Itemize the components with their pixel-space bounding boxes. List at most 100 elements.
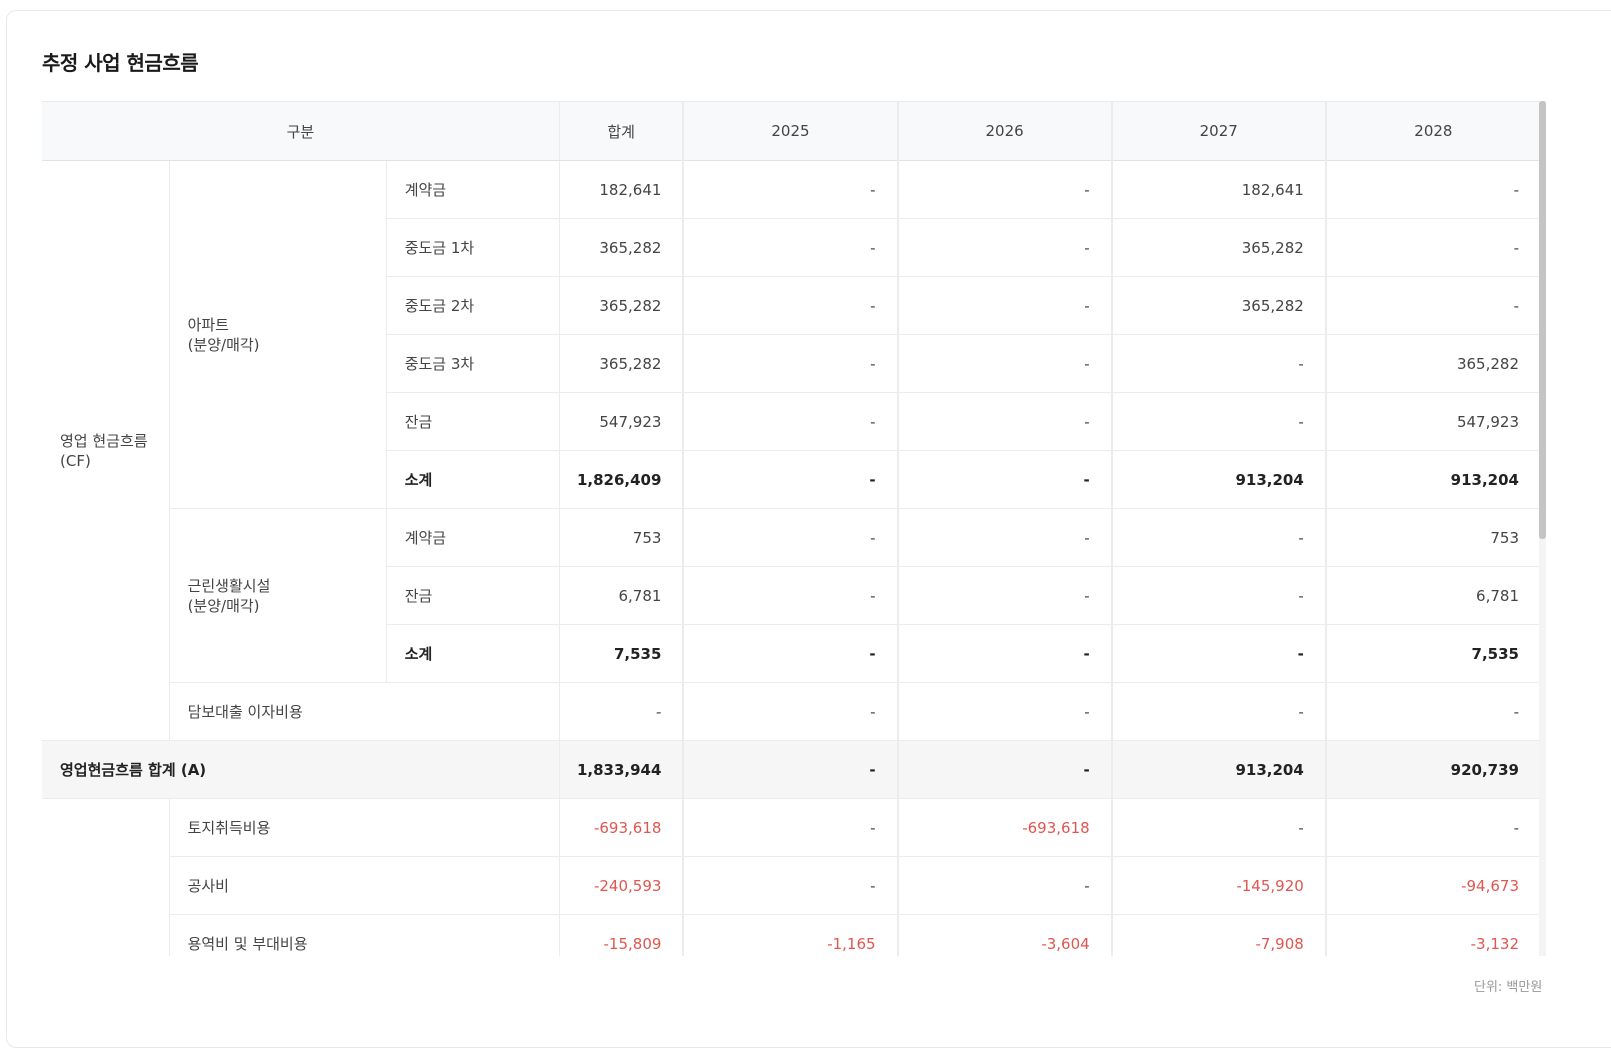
- table-row: 담보대출 이자비용 - - - - -: [42, 682, 1540, 741]
- cell-2026: -: [896, 566, 1112, 625]
- header-category: 구분: [42, 101, 560, 161]
- cell-2027: 913,204: [1110, 740, 1326, 799]
- table-row-total: 영업현금흐름 합계 (A) 1,833,944 - - 913,204 920,…: [42, 740, 1540, 799]
- table-scrollbar[interactable]: [1539, 101, 1546, 956]
- cell-2027: -: [1110, 566, 1326, 625]
- group-apartment: 아파트 (분양/매각): [168, 160, 387, 509]
- cell-2026: -: [896, 682, 1112, 741]
- cell-sum: 6,781: [558, 566, 684, 625]
- row-label: 중도금 2차: [385, 276, 560, 335]
- row-label: 계약금: [385, 508, 560, 567]
- cell-sum: 1,826,409: [558, 450, 684, 509]
- table-row: 용역비 및 부대비용 -15,809 -1,165 -3,604 -7,908 …: [42, 914, 1540, 956]
- cell-sum: 1,833,944: [558, 740, 684, 799]
- cell-2026: -: [896, 740, 1112, 799]
- cell-sum: 547,923: [558, 392, 684, 451]
- cell-2027: -145,920: [1110, 856, 1326, 915]
- cell-2025: -: [682, 276, 898, 335]
- cell-2026: -: [896, 160, 1112, 219]
- group-investing-cf: [42, 798, 170, 956]
- cashflow-card: 추정 사업 현금흐름 구분 합계 2025 2026 2027 2028 영업 …: [6, 10, 1611, 1048]
- cell-2028: -3,132: [1324, 914, 1540, 956]
- cell-sum: 182,641: [558, 160, 684, 219]
- row-label: 소계: [385, 624, 560, 683]
- cell-2027: -: [1110, 624, 1326, 683]
- header-sum: 합계: [558, 101, 684, 161]
- cell-2025: -: [682, 160, 898, 219]
- cell-2025: -: [682, 450, 898, 509]
- table-row: 영업 현금흐름 (CF) 아파트 (분양/매각) 계약금 182,641 - -…: [42, 160, 1540, 741]
- cell-2026: -: [896, 218, 1112, 277]
- cell-2026: -: [896, 392, 1112, 451]
- cell-2028: 547,923: [1324, 392, 1540, 451]
- header-year-2026: 2026: [896, 101, 1112, 161]
- cell-2027: -: [1110, 392, 1326, 451]
- row-label: 공사비: [168, 856, 560, 915]
- row-label: 용역비 및 부대비용: [168, 914, 560, 956]
- cell-2025: -: [682, 218, 898, 277]
- row-label: 소계: [385, 450, 560, 509]
- cell-sum: -240,593: [558, 856, 684, 915]
- cell-2025: -: [682, 740, 898, 799]
- cell-2025: -: [682, 798, 898, 857]
- cell-2028: -: [1324, 160, 1540, 219]
- cell-2028: 6,781: [1324, 566, 1540, 625]
- cell-2028: -: [1324, 682, 1540, 741]
- cell-2025: -: [682, 508, 898, 567]
- row-label: 중도금 3차: [385, 334, 560, 393]
- cell-2028: 913,204: [1324, 450, 1540, 509]
- cell-2027: -: [1110, 508, 1326, 567]
- row-label: 중도금 1차: [385, 218, 560, 277]
- cashflow-table-scroll-area[interactable]: 구분 합계 2025 2026 2027 2028 영업 현금흐름 (CF) 아…: [42, 101, 1542, 956]
- cell-2025: -: [682, 856, 898, 915]
- cell-2026: -: [896, 856, 1112, 915]
- cell-2028: 7,535: [1324, 624, 1540, 683]
- page-title: 추정 사업 현금흐름: [42, 51, 199, 75]
- header-year-2028: 2028: [1324, 101, 1540, 161]
- table-header-row: 구분 합계 2025 2026 2027 2028: [42, 101, 1540, 161]
- cell-2025: -: [682, 682, 898, 741]
- cell-2026: -: [896, 334, 1112, 393]
- cell-2028: 365,282: [1324, 334, 1540, 393]
- cell-2028: -94,673: [1324, 856, 1540, 915]
- cell-2025: -: [682, 334, 898, 393]
- cell-2028: 753: [1324, 508, 1540, 567]
- cell-2025: -: [682, 392, 898, 451]
- cell-sum: -693,618: [558, 798, 684, 857]
- row-label: 잔금: [385, 566, 560, 625]
- cell-2028: 920,739: [1324, 740, 1540, 799]
- table-scrollbar-thumb[interactable]: [1539, 101, 1546, 539]
- cell-2026: -: [896, 508, 1112, 567]
- row-label: 잔금: [385, 392, 560, 451]
- cell-sum: -15,809: [558, 914, 684, 956]
- cell-2026: -: [896, 624, 1112, 683]
- cell-sum: 753: [558, 508, 684, 567]
- cell-2027: 182,641: [1110, 160, 1326, 219]
- row-label: 토지취득비용: [168, 798, 560, 857]
- cashflow-table: 구분 합계 2025 2026 2027 2028 영업 현금흐름 (CF) 아…: [42, 101, 1540, 956]
- cell-2025: -1,165: [682, 914, 898, 956]
- cell-sum: 7,535: [558, 624, 684, 683]
- table-row: 토지취득비용 -693,618 - -693,618 - -: [42, 798, 1540, 956]
- cell-sum: 365,282: [558, 276, 684, 335]
- cell-2026: -: [896, 450, 1112, 509]
- group-neighborhood: 근린생활시설 (분양/매각): [168, 508, 387, 683]
- cell-2028: -: [1324, 218, 1540, 277]
- cell-2028: -: [1324, 798, 1540, 857]
- cell-2027: -: [1110, 798, 1326, 857]
- cell-2028: -: [1324, 276, 1540, 335]
- cell-2027: -: [1110, 682, 1326, 741]
- table-row: 근린생활시설 (분양/매각) 계약금 753 - - - 753: [42, 508, 1540, 683]
- cell-sum: 365,282: [558, 334, 684, 393]
- cell-2027: 913,204: [1110, 450, 1326, 509]
- row-label: 계약금: [385, 160, 560, 219]
- cell-2026: -3,604: [896, 914, 1112, 956]
- cell-2027: 365,282: [1110, 218, 1326, 277]
- unit-label: 단위: 백만원: [1474, 980, 1543, 995]
- cell-2025: -: [682, 566, 898, 625]
- cell-sum: -: [558, 682, 684, 741]
- table-row: 공사비 -240,593 - - -145,920 -94,673: [42, 856, 1540, 915]
- row-label: 담보대출 이자비용: [168, 682, 560, 741]
- cell-2027: 365,282: [1110, 276, 1326, 335]
- row-label: 영업현금흐름 합계 (A): [42, 740, 560, 799]
